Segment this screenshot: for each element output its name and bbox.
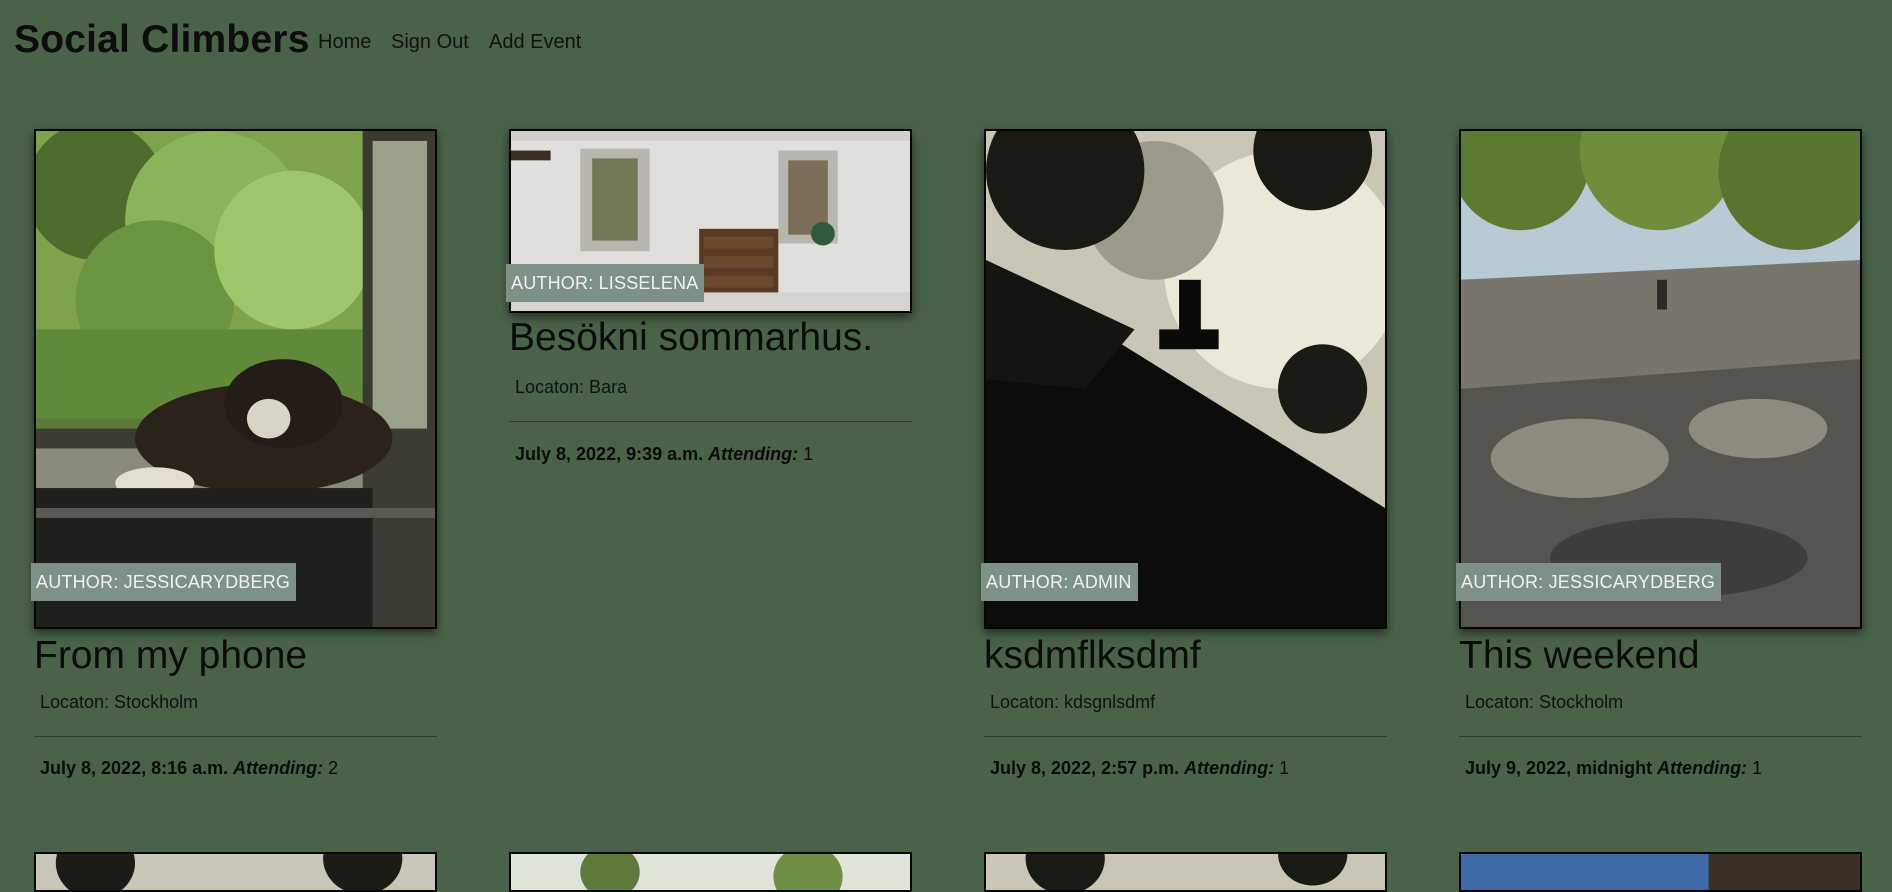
- event-photo-rock-slab[interactable]: [1459, 129, 1862, 629]
- author-badge: AUTHOR: LISSELENA: [506, 264, 705, 302]
- event-title[interactable]: This weekend: [1459, 632, 1700, 680]
- attending-label: Attending:: [233, 758, 324, 778]
- event-meta: July 8, 2022, 9:39 a.m. Attending: 1: [515, 444, 813, 465]
- card-divider: [509, 421, 912, 422]
- event-photo-next-row[interactable]: [984, 852, 1387, 892]
- card-divider: [1459, 736, 1862, 737]
- event-datetime: July 8, 2022, 9:39 a.m.: [515, 444, 704, 464]
- attending-count: 2: [328, 758, 339, 778]
- event-title[interactable]: From my phone: [34, 632, 307, 680]
- event-meta: July 9, 2022, midnight Attending: 1: [1465, 758, 1762, 779]
- attending-label: Attending:: [708, 444, 799, 464]
- author-badge: AUTHOR: ADMIN: [981, 563, 1138, 601]
- navbar: Social Climbers Home Sign Out Add Event: [0, 0, 1892, 86]
- event-photo-cat[interactable]: [34, 129, 437, 629]
- nav-add-event-link[interactable]: Add Event: [489, 31, 581, 54]
- event-location: Locaton: Stockholm: [40, 692, 199, 712]
- event-title[interactable]: Besökni sommarhus.: [509, 314, 873, 362]
- attending-label: Attending:: [1657, 758, 1748, 778]
- event-datetime: July 9, 2022, midnight: [1465, 758, 1653, 778]
- event-datetime: July 8, 2022, 2:57 p.m.: [990, 758, 1180, 778]
- event-datetime: July 8, 2022, 8:16 a.m.: [40, 758, 229, 778]
- event-photo-next-row[interactable]: [1459, 852, 1862, 892]
- nav-sign-out-link[interactable]: Sign Out: [391, 31, 469, 54]
- attending-count: 1: [803, 444, 814, 464]
- event-location: Locaton: kdsgnlsdmf: [990, 692, 1156, 712]
- card-divider: [34, 736, 437, 737]
- attending-count: 1: [1279, 758, 1290, 778]
- event-photo-climber-silhouette[interactable]: [984, 129, 1387, 629]
- event-meta: July 8, 2022, 2:57 p.m. Attending: 1: [990, 758, 1289, 779]
- event-photo-next-row[interactable]: [34, 852, 437, 892]
- attending-count: 1: [1752, 758, 1763, 778]
- event-location: Locaton: Stockholm: [1465, 692, 1624, 712]
- brand-logo[interactable]: Social Climbers: [14, 18, 310, 62]
- author-badge: AUTHOR: JESSICARYDBERG: [1456, 563, 1722, 601]
- author-badge: AUTHOR: JESSICARYDBERG: [31, 563, 297, 601]
- event-title[interactable]: ksdmflksdmf: [984, 632, 1201, 680]
- event-photo-next-row[interactable]: [509, 852, 912, 892]
- card-divider: [984, 736, 1387, 737]
- event-meta: July 8, 2022, 8:16 a.m. Attending: 2: [40, 758, 338, 779]
- nav-home-link[interactable]: Home: [318, 31, 371, 54]
- attending-label: Attending:: [1184, 758, 1275, 778]
- event-location: Locaton: Bara: [515, 377, 628, 397]
